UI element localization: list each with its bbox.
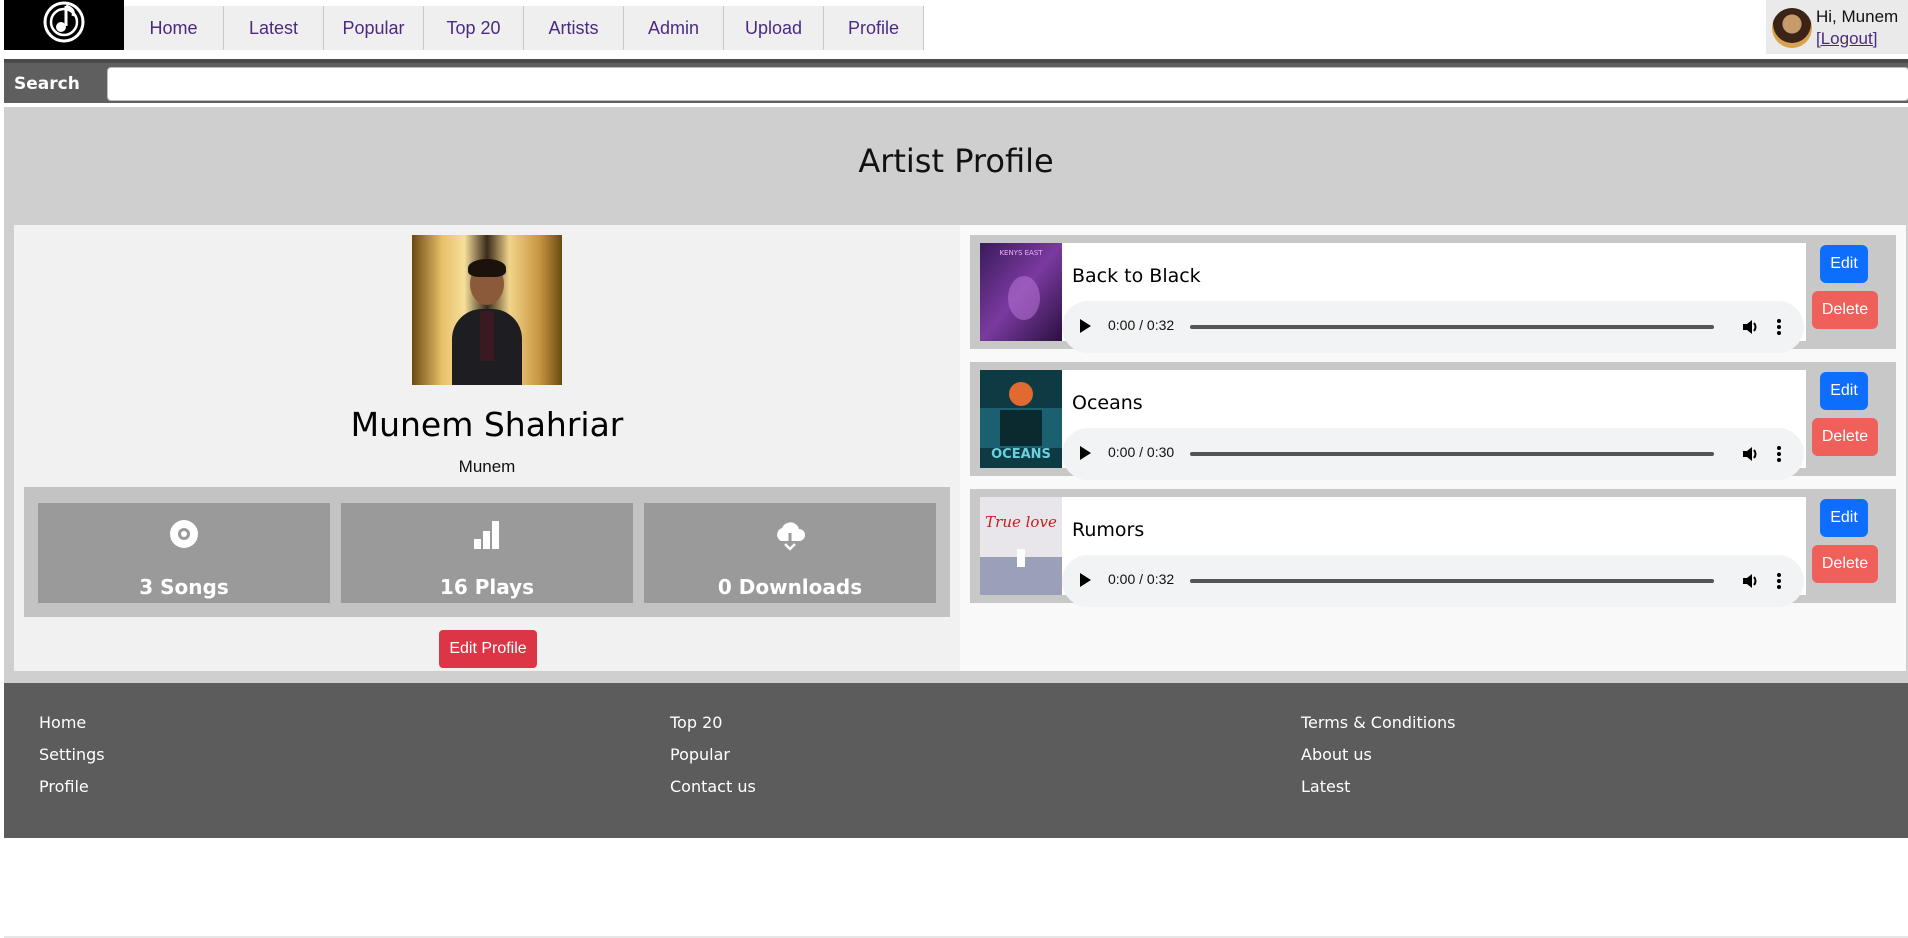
footer-link-top20[interactable]: Top 20 — [670, 713, 756, 732]
more-options-icon[interactable] — [1774, 444, 1784, 464]
audio-progress[interactable] — [1190, 579, 1714, 583]
song-title: Rumors — [1072, 519, 1145, 541]
footer-link-home[interactable]: Home — [39, 713, 105, 732]
more-options-icon[interactable] — [1774, 317, 1784, 337]
audio-progress[interactable] — [1190, 325, 1714, 329]
search-label: Search — [14, 74, 80, 94]
nav-artists[interactable]: Artists — [524, 6, 624, 50]
song-cover: KENYS EAST — [980, 243, 1062, 341]
footer-link-latest[interactable]: Latest — [1301, 777, 1455, 796]
volume-icon[interactable] — [1740, 444, 1760, 464]
top-navbar: Home Latest Popular Top 20 Artists Admin… — [0, 0, 1908, 60]
song-cover: True love — [980, 497, 1062, 595]
stat-downloads: 0 Downloads — [644, 503, 936, 603]
stat-downloads-label: 0 Downloads — [717, 575, 863, 599]
delete-song-button[interactable]: Delete — [1812, 291, 1878, 329]
song-title: Back to Black — [1072, 265, 1201, 287]
stat-songs: 3 Songs — [38, 503, 330, 603]
nav-latest[interactable]: Latest — [224, 6, 324, 50]
logout-link[interactable]: [Logout] — [1816, 29, 1877, 49]
audio-player: 0:00 / 0:32 — [1062, 301, 1804, 353]
audio-player: 0:00 / 0:32 — [1062, 555, 1804, 607]
stat-plays: 16 Plays — [341, 503, 633, 603]
svg-text:OCEANS: OCEANS — [991, 447, 1051, 462]
song-row: KENYS EAST Back to Black 0:00 / 0:32 Edi… — [970, 235, 1896, 353]
footer-link-popular[interactable]: Popular — [670, 745, 756, 764]
nav-upload[interactable]: Upload — [724, 6, 824, 50]
stat-songs-label: 3 Songs — [139, 575, 229, 599]
footer-link-terms[interactable]: Terms & Conditions — [1301, 713, 1455, 732]
volume-icon[interactable] — [1740, 571, 1760, 591]
play-icon[interactable] — [1080, 319, 1091, 333]
audio-time: 0:00 / 0:32 — [1108, 571, 1175, 587]
play-icon[interactable] — [1080, 573, 1091, 587]
search-bar: Search — [4, 59, 1908, 103]
footer-column: Terms & Conditions About us Latest — [1301, 713, 1455, 809]
artist-photo — [412, 235, 562, 385]
song-row: OCEANS Oceans 0:00 / 0:30 Edit Delete — [970, 362, 1896, 480]
page-title: Artist Profile — [858, 142, 1054, 180]
footer-column: Home Settings Profile — [39, 713, 105, 809]
site-logo[interactable] — [4, 0, 124, 50]
footer: Home Settings Profile Top 20 Popular Con… — [4, 683, 1908, 838]
edit-song-button[interactable]: Edit — [1820, 499, 1868, 537]
stats-panel: 3 Songs 16 Plays 0 Downloads — [24, 487, 950, 617]
delete-song-button[interactable]: Delete — [1812, 418, 1878, 456]
audio-player: 0:00 / 0:30 — [1062, 428, 1804, 480]
volume-icon[interactable] — [1740, 317, 1760, 337]
footer-column: Top 20 Popular Contact us — [670, 713, 756, 809]
edit-song-button[interactable]: Edit — [1820, 372, 1868, 410]
delete-song-button[interactable]: Delete — [1812, 545, 1878, 583]
nav-profile[interactable]: Profile — [824, 6, 924, 50]
main-content: Artist Profile Munem Shahriar Munem 3 So… — [4, 107, 1908, 683]
nav-top20[interactable]: Top 20 — [424, 6, 524, 50]
edit-profile-button[interactable]: Edit Profile — [439, 630, 537, 668]
user-box: Hi, Munem [Logout] — [1766, 0, 1908, 54]
artist-name: Munem Shahriar — [350, 405, 624, 444]
artist-info-panel: Munem Shahriar Munem 3 Songs 16 Plays 0 … — [14, 225, 960, 671]
avatar[interactable] — [1772, 8, 1812, 48]
footer-link-about[interactable]: About us — [1301, 745, 1455, 764]
nav-home[interactable]: Home — [124, 6, 224, 50]
cloud-download-icon — [777, 522, 805, 551]
audio-time: 0:00 / 0:30 — [1108, 444, 1175, 460]
nav-admin[interactable]: Admin — [624, 6, 724, 50]
search-input[interactable] — [107, 67, 1908, 101]
songs-panel: KENYS EAST Back to Black 0:00 / 0:32 Edi… — [960, 225, 1906, 671]
nav-popular[interactable]: Popular — [324, 6, 424, 50]
audio-progress[interactable] — [1190, 452, 1714, 456]
footer-link-profile[interactable]: Profile — [39, 777, 105, 796]
svg-text:KENYS EAST: KENYS EAST — [999, 249, 1043, 257]
more-options-icon[interactable] — [1774, 571, 1784, 591]
song-row: True love Rumors 0:00 / 0:32 Edit Delete — [970, 489, 1896, 607]
main-menu: Home Latest Popular Top 20 Artists Admin… — [124, 6, 924, 50]
bar-chart-icon — [474, 521, 499, 549]
svg-text:True love: True love — [985, 513, 1057, 531]
footer-link-contact[interactable]: Contact us — [670, 777, 756, 796]
music-note-logo-icon — [43, 1, 85, 43]
stat-plays-label: 16 Plays — [439, 575, 535, 599]
song-cover: OCEANS — [980, 370, 1062, 468]
song-title: Oceans — [1072, 392, 1143, 414]
audio-time: 0:00 / 0:32 — [1108, 317, 1175, 333]
disc-icon — [170, 520, 198, 548]
footer-link-settings[interactable]: Settings — [39, 745, 105, 764]
play-icon[interactable] — [1080, 446, 1091, 460]
artist-username: Munem — [458, 457, 516, 476]
user-greeting: Hi, Munem — [1816, 7, 1899, 26]
edit-song-button[interactable]: Edit — [1820, 245, 1868, 283]
